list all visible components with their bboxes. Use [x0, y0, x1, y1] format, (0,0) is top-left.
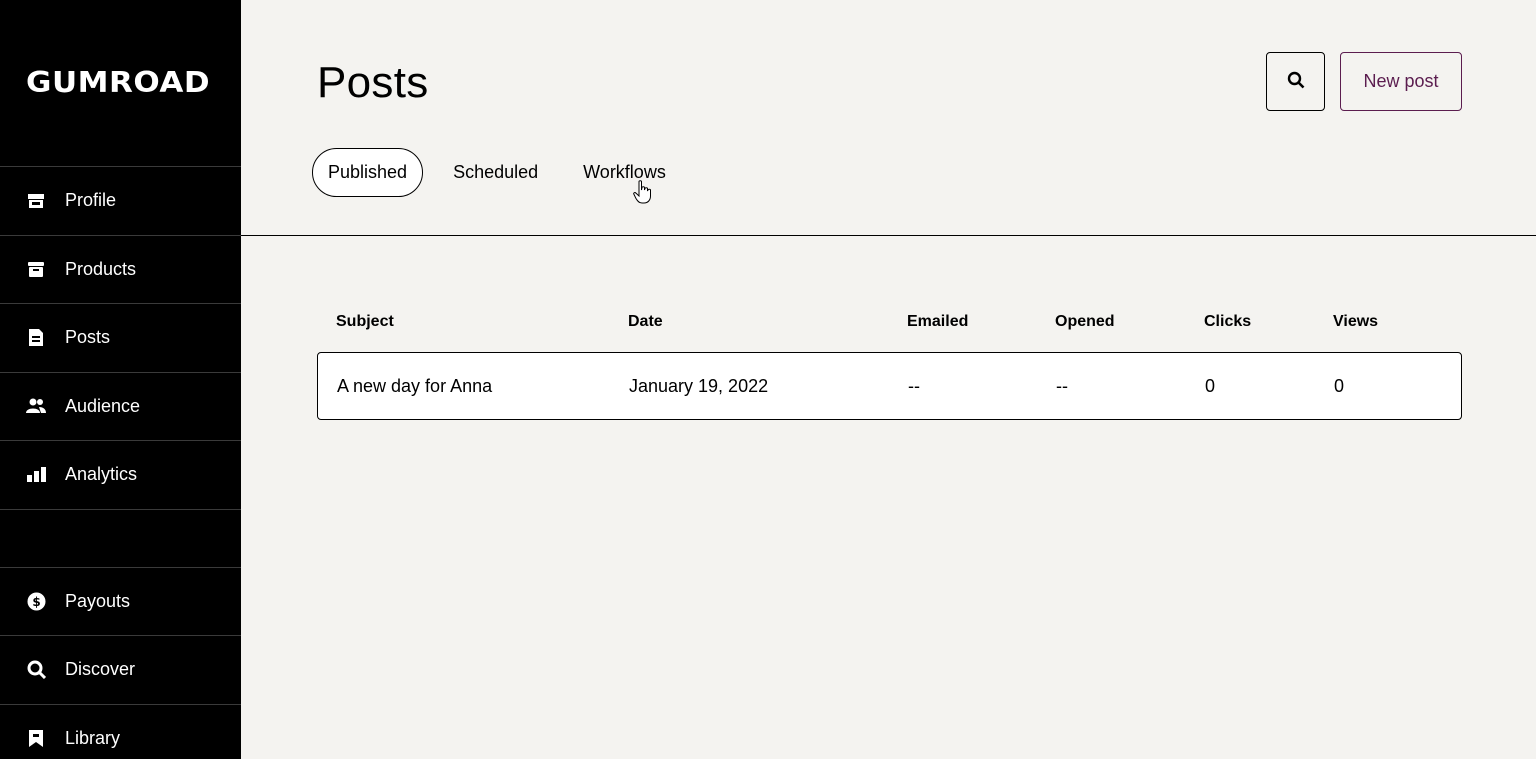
- cell-opened: --: [1056, 375, 1068, 396]
- search-icon: [26, 660, 46, 680]
- bookmark-icon: [26, 728, 46, 748]
- sidebar-item-profile[interactable]: Profile: [0, 167, 241, 236]
- column-header-emailed[interactable]: Emailed: [907, 313, 1055, 331]
- page-title: Posts: [317, 58, 429, 107]
- store-icon: [26, 191, 46, 211]
- column-header-views[interactable]: Views: [1333, 313, 1462, 331]
- sidebar-item-payouts[interactable]: $ Payouts: [0, 568, 241, 636]
- tab-scheduled[interactable]: Scheduled: [438, 148, 553, 197]
- bar-chart-icon: [26, 465, 46, 485]
- sidebar-item-posts[interactable]: Posts: [0, 304, 241, 373]
- cell-date: January 19, 2022: [629, 375, 769, 396]
- sidebar-item-label: Profile: [65, 190, 117, 211]
- document-icon: [26, 328, 46, 348]
- sidebar-spacer: [0, 510, 241, 568]
- cell-subject: A new day for Anna: [337, 375, 493, 396]
- sidebar-item-label: Products: [65, 258, 137, 279]
- tab-published[interactable]: Published: [312, 148, 424, 197]
- sidebar-item-discover[interactable]: Discover: [0, 636, 241, 705]
- archive-box-icon: [26, 259, 46, 279]
- sidebar-item-label: Audience: [65, 395, 141, 416]
- tab-workflows[interactable]: Workflows: [568, 148, 681, 197]
- app: GUMROAD Profile Products Posts Audience: [0, 0, 1536, 759]
- cell-clicks: 0: [1205, 375, 1216, 396]
- posts-table: Subject Date Emailed Opened Clicks Views…: [317, 302, 1462, 420]
- sidebar-item-label: Discover: [65, 659, 136, 680]
- sidebar-item-analytics[interactable]: Analytics: [0, 441, 241, 510]
- svg-text:$: $: [32, 595, 40, 609]
- people-icon: [26, 396, 46, 416]
- new-post-button[interactable]: New post: [1340, 52, 1462, 111]
- sidebar-item-label: Posts: [65, 327, 111, 348]
- cell-emailed: --: [908, 375, 920, 396]
- search-icon: [1287, 71, 1305, 92]
- cell-views: 0: [1334, 375, 1345, 396]
- sidebar-item-label: Library: [65, 727, 121, 748]
- search-button[interactable]: [1266, 52, 1325, 111]
- table-row[interactable]: A new day for Anna January 19, 2022 -- -…: [317, 352, 1462, 420]
- tab-bar: Published Scheduled Workflows: [312, 148, 681, 197]
- logo-text: GUMROAD: [26, 66, 211, 100]
- sidebar-item-products[interactable]: Products: [0, 236, 241, 304]
- dollar-circle-icon: $: [26, 591, 46, 611]
- column-header-subject[interactable]: Subject: [317, 313, 628, 331]
- page-header: Posts New post Published Scheduled Workf…: [241, 0, 1536, 236]
- column-header-opened[interactable]: Opened: [1055, 313, 1204, 331]
- sidebar-item-label: Analytics: [65, 464, 138, 485]
- column-header-clicks[interactable]: Clicks: [1204, 313, 1333, 331]
- sidebar-item-library[interactable]: Library: [0, 705, 241, 759]
- column-header-date[interactable]: Date: [628, 313, 907, 331]
- sidebar: GUMROAD Profile Products Posts Audience: [0, 0, 241, 759]
- logo[interactable]: GUMROAD: [0, 0, 241, 167]
- table-header: Subject Date Emailed Opened Clicks Views: [317, 302, 1462, 342]
- sidebar-item-audience[interactable]: Audience: [0, 373, 241, 441]
- sidebar-item-label: Payouts: [65, 590, 131, 611]
- main-content: Posts New post Published Scheduled Workf…: [241, 0, 1536, 759]
